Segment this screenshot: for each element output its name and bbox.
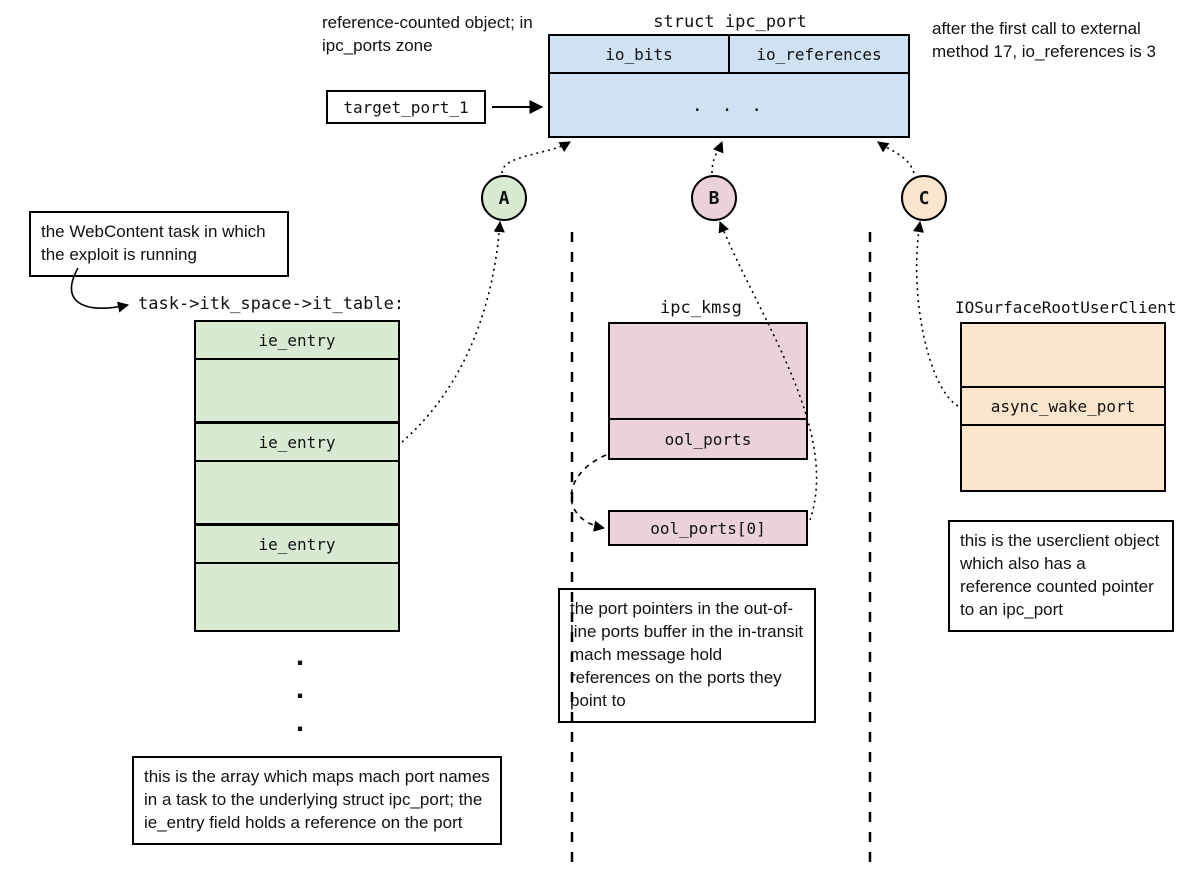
ipc-kmsg-note: the port pointers in the out-of-line por…	[558, 588, 816, 723]
webcontent-note: the WebContent task in which the exploit…	[29, 211, 289, 277]
it-table-entry: ie_entry	[196, 526, 398, 564]
it-table-entry: ie_entry	[196, 424, 398, 462]
iosurface-async-wake-port: async_wake_port	[962, 388, 1164, 426]
ipc-port-field-io-references: io_references	[728, 36, 908, 72]
ref-circle-c: C	[901, 175, 947, 221]
io-references-note: after the first call to external method …	[932, 18, 1182, 64]
iosurface-gap	[962, 426, 1164, 490]
iosurface-title: IOSurfaceRootUserClient	[955, 298, 1177, 317]
it-table-gap	[196, 360, 398, 424]
iosurface-note: this is the userclient object which also…	[948, 520, 1174, 632]
target-port-box: target_port_1	[326, 90, 486, 124]
it-table: ie_entry ie_entry ie_entry	[194, 320, 400, 632]
ipc-kmsg-struct: ool_ports	[608, 322, 808, 460]
ipc-port-ellipsis: . . .	[550, 74, 908, 136]
ref-circle-a: A	[481, 175, 527, 221]
ref-circle-b: B	[691, 175, 737, 221]
it-table-continues-icon: ...	[290, 648, 310, 728]
it-table-entry: ie_entry	[196, 322, 398, 360]
ipc-port-struct: io_bits io_references . . .	[548, 34, 910, 138]
ool-ports-item: ool_ports[0]	[608, 510, 808, 546]
iosurface-gap	[962, 324, 1164, 388]
it-table-note: this is the array which maps mach port n…	[132, 756, 502, 845]
ipc-kmsg-ool-ports: ool_ports	[610, 420, 806, 458]
ipc-port-field-io-bits: io_bits	[550, 36, 728, 72]
ipc-port-zone-text: reference-counted object; in ipc_ports z…	[322, 12, 552, 58]
ipc-kmsg-title: ipc_kmsg	[660, 298, 742, 318]
iosurface-struct: async_wake_port	[960, 322, 1166, 492]
task-path-label: task->itk_space->it_table:	[138, 294, 404, 314]
ipc-port-title: struct ipc_port	[620, 12, 840, 32]
it-table-gap	[196, 564, 398, 628]
it-table-gap	[196, 462, 398, 526]
ipc-kmsg-body	[610, 324, 806, 420]
